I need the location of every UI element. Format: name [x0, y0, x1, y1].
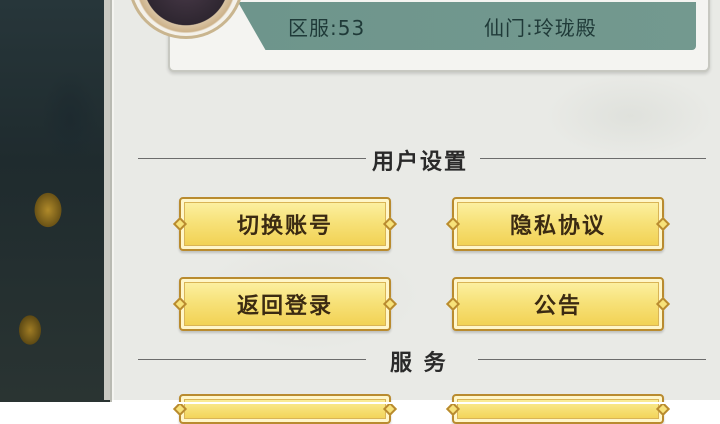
service-button-right[interactable]	[452, 394, 664, 424]
switch-account-button[interactable]: 切换账号	[179, 197, 391, 251]
server-value: 53	[337, 16, 366, 40]
server-info: 区服:53	[288, 16, 366, 40]
return-login-button[interactable]: 返回登录	[179, 277, 391, 331]
player-info-strip: 区服:53 仙门:玲珑殿	[238, 2, 696, 50]
background-scenery	[0, 0, 112, 404]
section-title-user-settings: 用户设置	[372, 150, 469, 175]
section-divider-right	[480, 158, 706, 159]
server-label: 区服	[288, 16, 330, 40]
section-divider-left	[138, 158, 366, 159]
sect-info: 仙门:玲珑殿	[484, 16, 597, 40]
service-button-left[interactable]	[179, 394, 391, 424]
sect-label: 仙门	[484, 16, 526, 40]
section-title-services: 服 务	[390, 351, 448, 376]
sect-value: 玲珑殿	[533, 16, 597, 40]
services-divider-left	[138, 359, 366, 360]
services-divider-right	[478, 359, 706, 360]
privacy-policy-button[interactable]: 隐私协议	[452, 197, 664, 251]
announcement-button[interactable]: 公告	[452, 277, 664, 331]
panel-border	[110, 0, 112, 404]
